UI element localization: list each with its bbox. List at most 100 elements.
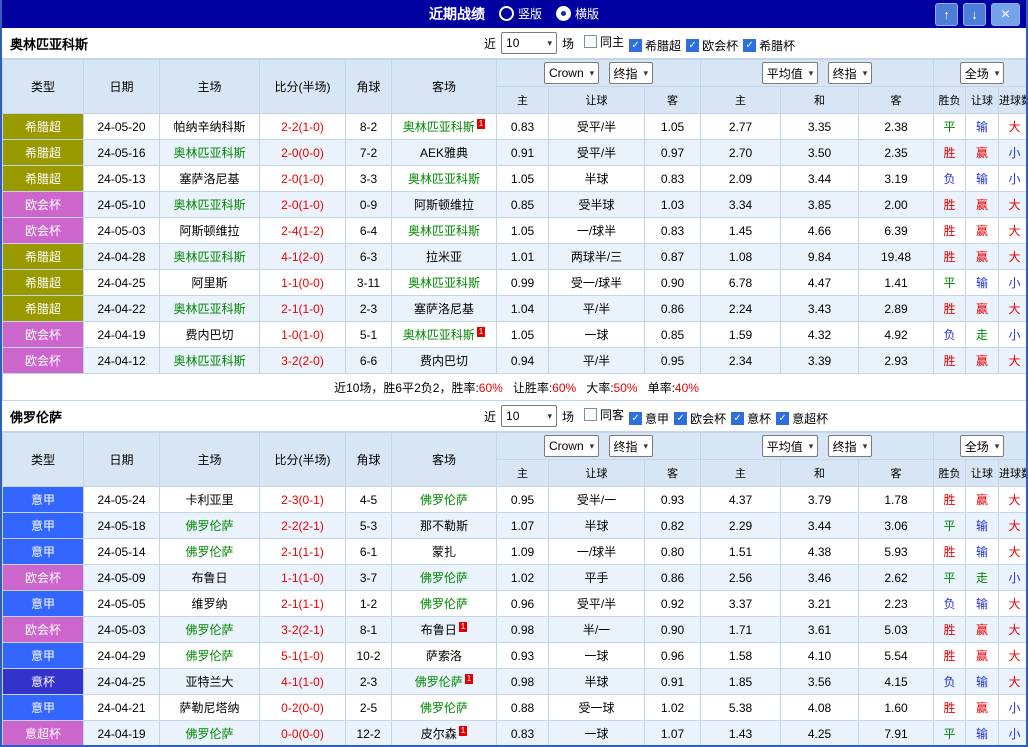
home-team-cell: 阿里斯 — [160, 270, 260, 296]
away-team-link[interactable]: 奥林匹亚科斯 — [408, 276, 480, 290]
away-team-link[interactable]: 萨索洛 — [426, 649, 462, 663]
match-row: 希腊超24-05-20帕纳辛纳科斯2-2(1-0)8-2奥林匹亚科斯10.83受… — [3, 114, 1028, 140]
home-team-link[interactable]: 佛罗伦萨 — [185, 727, 233, 741]
avg-draw-cell: 3.79 — [781, 487, 859, 513]
away-team-link[interactable]: 那不勒斯 — [420, 519, 468, 533]
home-team-link[interactable]: 奥林匹亚科斯 — [173, 250, 245, 264]
avg-draw-cell: 3.85 — [781, 192, 859, 218]
home-team-link[interactable]: 帕纳辛纳科斯 — [173, 120, 245, 134]
home-team-link[interactable]: 奥林匹亚科斯 — [173, 354, 245, 368]
away-team-link[interactable]: 奥林匹亚科斯 — [408, 224, 480, 238]
match-count-select[interactable]: 10▾ — [501, 405, 557, 427]
home-team-link[interactable]: 布鲁日 — [191, 571, 227, 585]
home-team-link[interactable]: 阿里斯 — [191, 276, 227, 290]
checkbox-checked-icon: ✓ — [629, 412, 642, 425]
filter-checkbox-希腊超[interactable]: ✓希腊超 — [629, 37, 681, 54]
filter-checkbox-欧会杯[interactable]: ✓欧会杯 — [674, 410, 726, 427]
away-team-link[interactable]: 佛罗伦萨 — [420, 701, 468, 715]
home-team-link[interactable]: 奥林匹亚科斯 — [173, 198, 245, 212]
home-team-cell: 佛罗伦萨 — [160, 539, 260, 565]
result-goals-cell: 大 — [999, 643, 1028, 669]
home-team-link[interactable]: 佛罗伦萨 — [185, 623, 233, 637]
away-team-cell: 奥林匹亚科斯 — [392, 218, 497, 244]
away-team-link[interactable]: 佛罗伦萨 — [420, 493, 468, 507]
close-button[interactable]: × — [991, 3, 1020, 26]
filter-checkbox-希腊杯[interactable]: ✓希腊杯 — [743, 37, 795, 54]
match-row: 希腊超24-04-22奥林匹亚科斯2-1(1-0)2-3塞萨洛尼基1.04平/半… — [3, 296, 1028, 322]
away-team-link[interactable]: AEK雅典 — [420, 146, 468, 160]
odds-stage-select[interactable]: 终指▾ — [609, 435, 654, 457]
europe-source-select[interactable]: 平均值▾ — [762, 62, 819, 84]
scope-select[interactable]: 全场▾ — [960, 435, 1005, 457]
home-team-link[interactable]: 塞萨洛尼基 — [179, 172, 239, 186]
europe-stage-select[interactable]: 终指▾ — [828, 62, 873, 84]
home-team-link[interactable]: 佛罗伦萨 — [185, 649, 233, 663]
odds-stage-select[interactable]: 终指▾ — [609, 62, 654, 84]
europe-stage-select[interactable]: 终指▾ — [828, 435, 873, 457]
move-up-button[interactable]: ↑ — [935, 3, 958, 26]
away-odds-cell: 0.96 — [645, 643, 701, 669]
away-team-link[interactable]: 布鲁日 — [421, 623, 457, 637]
home-team-link[interactable]: 奥林匹亚科斯 — [173, 146, 245, 160]
away-team-link[interactable]: 阿斯顿维拉 — [414, 198, 474, 212]
result-handicap-cell: 输 — [966, 539, 999, 565]
away-team-link[interactable]: 费内巴切 — [420, 354, 468, 368]
home-team-link[interactable]: 费内巴切 — [185, 328, 233, 342]
avg-away-cell: 4.15 — [859, 669, 934, 695]
filter-checkbox-欧会杯[interactable]: ✓欧会杯 — [686, 37, 738, 54]
match-count-select[interactable]: 10▾ — [501, 32, 557, 54]
result-handicap-cell: 赢 — [966, 695, 999, 721]
home-team-link[interactable]: 维罗纳 — [191, 597, 227, 611]
scope-select[interactable]: 全场▾ — [960, 62, 1005, 84]
away-team-link[interactable]: 佛罗伦萨 — [415, 675, 463, 689]
odds-source-select[interactable]: Crown▾ — [544, 62, 599, 84]
away-team-link[interactable]: 皮尔森 — [421, 727, 457, 741]
avg-away-cell: 2.00 — [859, 192, 934, 218]
col-score: 比分(半场) — [260, 60, 346, 114]
layout-radio-横版[interactable]: 横版 — [556, 5, 599, 22]
date-cell: 24-05-20 — [84, 114, 160, 140]
europe-source-select[interactable]: 平均值▾ — [762, 435, 819, 457]
match-row: 意超杯24-04-19佛罗伦萨0-0(0-0)12-2皮尔森10.83一球1.0… — [3, 721, 1028, 747]
away-team-link[interactable]: 塞萨洛尼基 — [414, 302, 474, 316]
result-wdl-cell: 负 — [934, 166, 966, 192]
away-team-link[interactable]: 奥林匹亚科斯 — [403, 120, 475, 134]
filter-checkbox-同主[interactable]: 同主 — [584, 33, 624, 50]
avg-home-cell: 4.37 — [701, 487, 781, 513]
home-team-link[interactable]: 佛罗伦萨 — [185, 545, 233, 559]
filter-checkbox-同客[interactable]: 同客 — [584, 406, 624, 423]
away-team-link[interactable]: 佛罗伦萨 — [420, 597, 468, 611]
home-odds-cell: 1.01 — [497, 244, 549, 270]
home-team-link[interactable]: 阿斯顿维拉 — [179, 224, 239, 238]
summary-stat: 胜率:60% — [451, 381, 502, 395]
avg-draw-cell: 9.84 — [781, 244, 859, 270]
home-team-link[interactable]: 奥林匹亚科斯 — [173, 302, 245, 316]
result-goals-cell: 大 — [999, 348, 1028, 374]
league-badge: 意甲 — [3, 539, 84, 565]
odds-source-select[interactable]: Crown▾ — [544, 435, 599, 457]
away-team-link[interactable]: 拉米亚 — [426, 250, 462, 264]
home-odds-cell: 0.95 — [497, 487, 549, 513]
date-cell: 24-05-05 — [84, 591, 160, 617]
away-team-link[interactable]: 奥林匹亚科斯 — [403, 328, 475, 342]
checkbox-label: 希腊杯 — [759, 37, 795, 54]
team-name: 佛罗伦萨 — [10, 407, 62, 426]
league-badge: 希腊超 — [3, 244, 84, 270]
date-cell: 24-05-24 — [84, 487, 160, 513]
layout-radio-竖版[interactable]: 竖版 — [499, 5, 542, 22]
home-odds-cell: 0.91 — [497, 140, 549, 166]
filter-checkbox-意超杯[interactable]: ✓意超杯 — [776, 410, 828, 427]
away-team-link[interactable]: 蒙扎 — [432, 545, 456, 559]
team-section: 佛罗伦萨 近 10▾ 场 同客✓意甲✓欧会杯✓意杯✓意超杯 类型 日期 主场 — [2, 401, 1026, 747]
away-team-link[interactable]: 佛罗伦萨 — [420, 571, 468, 585]
home-team-link[interactable]: 萨勒尼塔纳 — [179, 701, 239, 715]
filter-checkbox-意杯[interactable]: ✓意杯 — [731, 410, 771, 427]
move-down-button[interactable]: ↓ — [963, 3, 986, 26]
home-team-link[interactable]: 佛罗伦萨 — [185, 519, 233, 533]
away-team-link[interactable]: 奥林匹亚科斯 — [408, 172, 480, 186]
filter-checkbox-意甲[interactable]: ✓意甲 — [629, 410, 669, 427]
checkbox-label: 意杯 — [747, 410, 771, 427]
away-team-cell: 布鲁日1 — [392, 617, 497, 643]
home-team-link[interactable]: 卡利亚里 — [185, 493, 233, 507]
home-team-link[interactable]: 亚特兰大 — [185, 675, 233, 689]
